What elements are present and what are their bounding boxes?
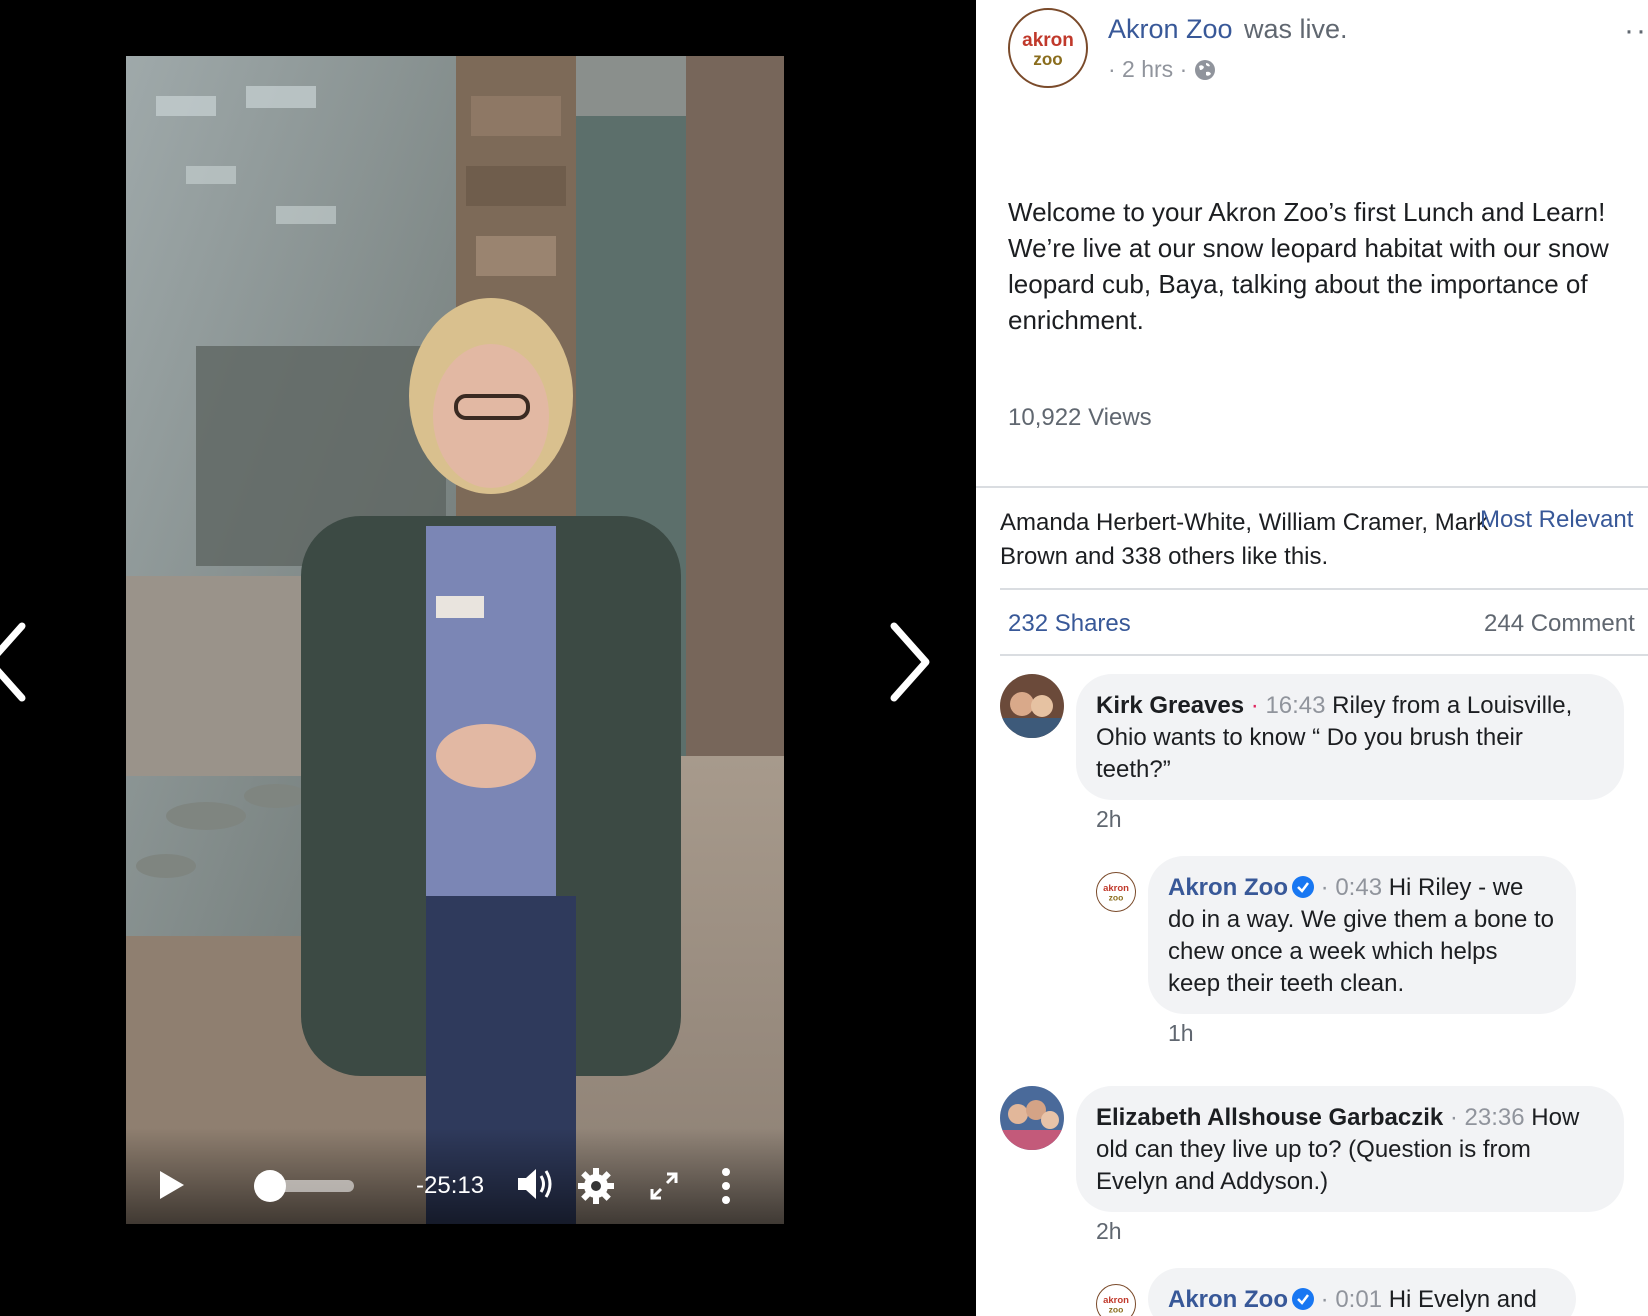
previous-arrow-icon[interactable] — [0, 612, 42, 712]
volume-icon[interactable] — [512, 1164, 556, 1204]
comment-bubble: Elizabeth Allshouse Garbaczik · 23:36 Ho… — [1076, 1086, 1624, 1212]
comment-text: Hi Evelyn and — [1388, 1286, 1537, 1313]
comment-age[interactable]: 2h — [1096, 806, 1122, 833]
divider — [1000, 588, 1648, 590]
post-panel: akron zoo Akron Zoo was live. ·· · 2 hrs… — [976, 0, 1648, 1316]
comment-timestamp[interactable]: 0:43 — [1335, 874, 1382, 901]
likes-summary[interactable]: Amanda Herbert-White, William Cramer, Ma… — [1000, 506, 1520, 574]
comment-author[interactable]: Kirk Greaves — [1096, 692, 1244, 719]
verified-badge-icon — [1292, 1288, 1314, 1310]
comment-timestamp[interactable]: 23:36 — [1465, 1104, 1525, 1131]
akron-zoo-logo: akron zoo — [1022, 30, 1074, 69]
shares-link[interactable]: 232 Shares — [1008, 610, 1131, 638]
globe-icon — [1195, 59, 1216, 80]
akron-zoo-avatar[interactable]: akron zoo — [1096, 1284, 1136, 1316]
comment-author[interactable]: Akron Zoo — [1168, 874, 1288, 901]
svg-text:akron: akron — [1022, 30, 1074, 51]
comment-bubble: Akron Zoo · 0:43 Hi Riley - we do in a w… — [1148, 856, 1576, 1014]
comment-age[interactable]: 2h — [1096, 1218, 1122, 1245]
more-options-icon[interactable] — [720, 1166, 732, 1206]
akron-zoo-avatar[interactable]: akron zoo — [1008, 8, 1088, 88]
commenter-avatar[interactable] — [1000, 674, 1064, 738]
svg-text:zoo: zoo — [1033, 50, 1062, 69]
divider — [1000, 654, 1648, 656]
comment-author[interactable]: Akron Zoo — [1168, 1286, 1288, 1313]
divider — [976, 486, 1648, 488]
comment-sort-dropdown[interactable]: Most Relevant — [1480, 506, 1633, 534]
svg-text:zoo: zoo — [1109, 1305, 1124, 1315]
verified-badge-icon — [1292, 876, 1314, 898]
comments-count-link[interactable]: 244 Comment — [1484, 610, 1635, 638]
time-remaining: -25:13 — [416, 1172, 485, 1199]
comment-timestamp[interactable]: 16:43 — [1265, 692, 1325, 719]
page-name-link[interactable]: Akron Zoo — [1108, 14, 1233, 45]
video-controls: -25:13 — [126, 1128, 784, 1224]
live-status: was live. — [1244, 14, 1348, 44]
commenter-avatar[interactable] — [1000, 1086, 1064, 1150]
next-arrow-icon[interactable] — [880, 612, 940, 712]
seek-handle[interactable] — [254, 1170, 286, 1202]
post-text: Welcome to your Akron Zoo’s first Lunch … — [1008, 197, 1609, 335]
gear-icon[interactable] — [576, 1166, 616, 1206]
view-count: 10,922 Views — [1008, 404, 1152, 431]
play-icon[interactable] — [154, 1168, 188, 1202]
post-meta: · 2 hrs · — [1108, 56, 1217, 83]
separator: · — [1443, 1104, 1465, 1131]
post-options-button[interactable]: ·· — [1624, 14, 1648, 48]
akron-zoo-avatar[interactable]: akron zoo — [1096, 872, 1136, 912]
separator: · — [1244, 692, 1266, 719]
post-time[interactable]: · 2 hrs · — [1108, 56, 1187, 83]
comment-bubble: Kirk Greaves · 16:43 Riley from a Louisv… — [1076, 674, 1624, 800]
comment-age[interactable]: 1h — [1168, 1020, 1194, 1047]
comment-timestamp[interactable]: 0:01 — [1335, 1286, 1382, 1313]
comment-author[interactable]: Elizabeth Allshouse Garbaczik — [1096, 1104, 1443, 1131]
video-frame — [126, 56, 784, 1224]
separator: · — [1314, 874, 1336, 901]
comment-bubble: Akron Zoo · 0:01 Hi Evelyn and — [1148, 1268, 1576, 1316]
fullscreen-icon[interactable] — [648, 1170, 680, 1202]
svg-text:zoo: zoo — [1109, 893, 1124, 903]
media-viewer: -25:13 — [0, 0, 976, 1316]
video-player[interactable]: -25:13 — [126, 56, 784, 1224]
separator: · — [1314, 1286, 1336, 1313]
